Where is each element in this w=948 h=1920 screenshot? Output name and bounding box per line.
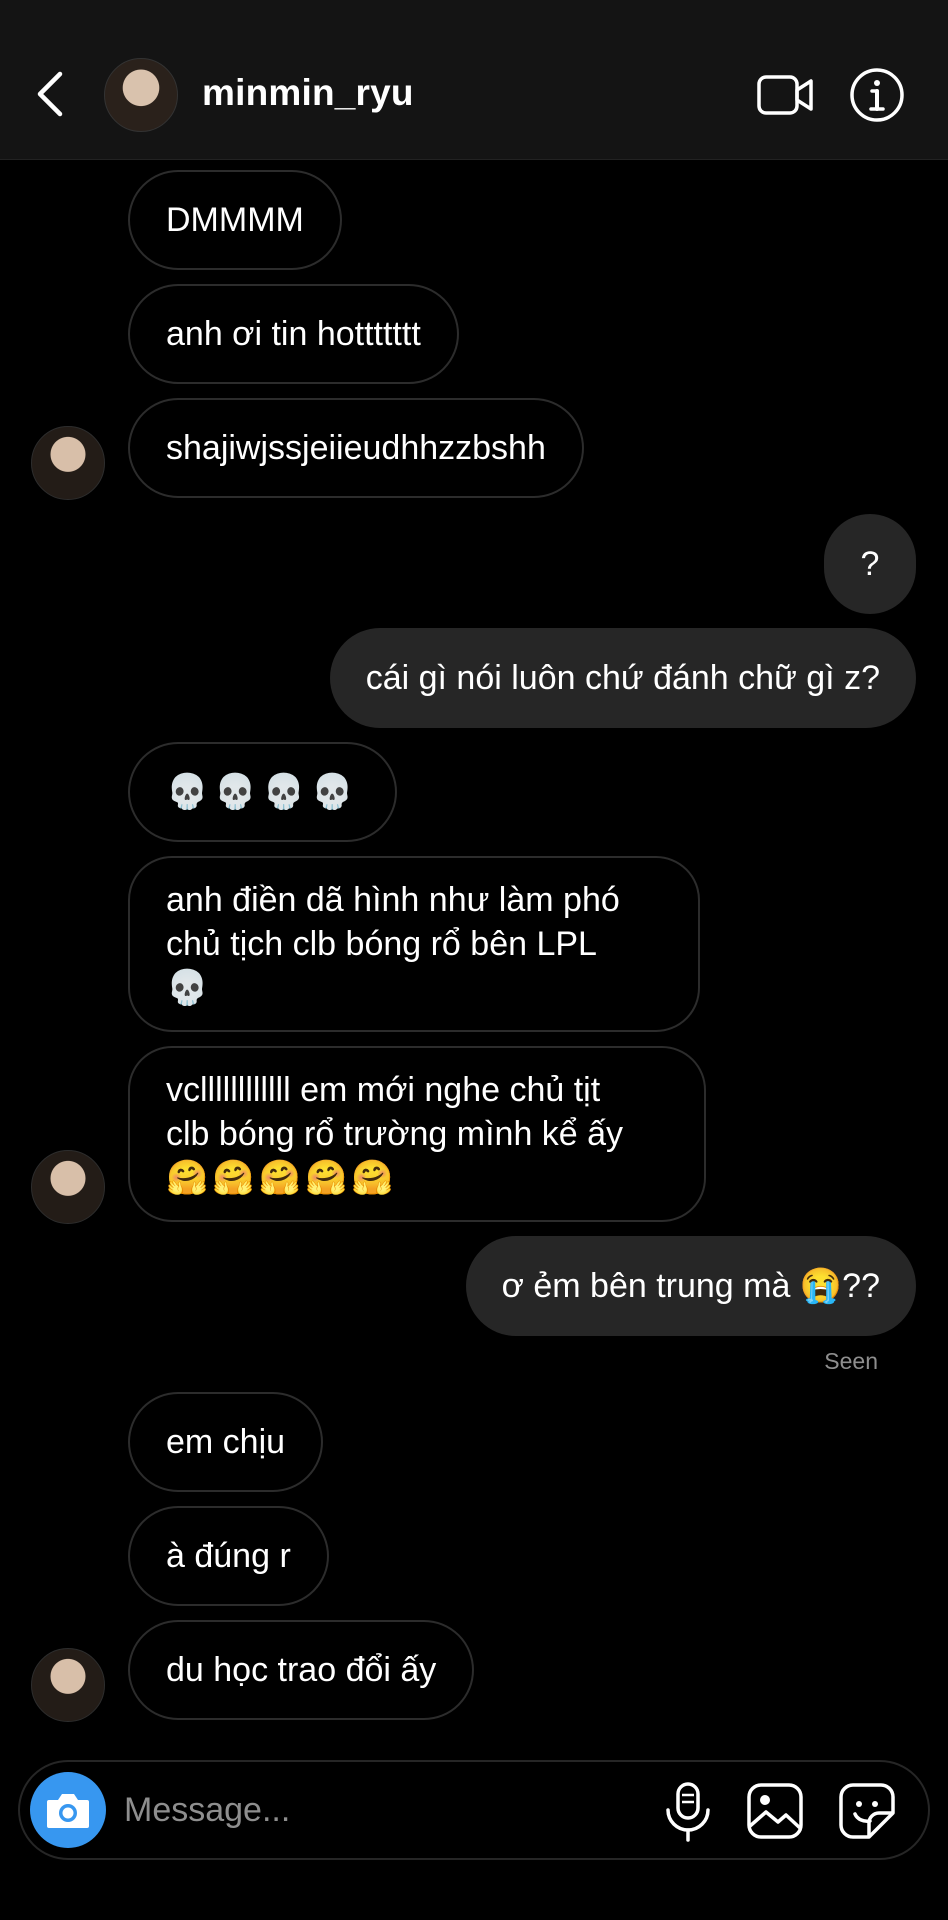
message-text: em chịu <box>166 1423 286 1461</box>
outgoing-message[interactable]: ? <box>824 514 916 614</box>
message-text: vcllllllllllll em mới nghe chủ tịt clb b… <box>166 1068 623 1200</box>
message-text: ? <box>860 545 880 583</box>
incoming-message[interactable]: à đúng r <box>128 1506 329 1606</box>
avatar[interactable] <box>104 58 178 132</box>
message-text: anh điền dã hình như làm phó chủ tịch cl… <box>166 878 620 1010</box>
sticker-button[interactable] <box>838 1782 896 1840</box>
incoming-message[interactable]: vcllllllllllll em mới nghe chủ tịt clb b… <box>128 1046 706 1222</box>
incoming-message[interactable]: DMMMM <box>128 170 342 270</box>
message-line: chủ tịch clb bóng rổ bên LPL <box>166 925 597 963</box>
message-text: à đúng r <box>166 1537 291 1575</box>
chevron-left-icon <box>37 71 63 117</box>
video-call-button[interactable] <box>756 72 814 118</box>
info-button[interactable] <box>848 66 906 124</box>
incoming-message[interactable]: shajiwjssjeiieudhhzzbshh <box>128 398 584 498</box>
video-camera-icon <box>757 75 813 115</box>
message-line: clb bóng rổ trường mình kể ấy <box>166 1115 624 1153</box>
message-text: ơ ẻm bên trung mà 😭?? <box>501 1267 880 1305</box>
incoming-message[interactable]: anh ơi tin hottttttt <box>128 284 459 384</box>
contact-username[interactable]: minmin_ryu <box>202 72 414 114</box>
outgoing-message[interactable]: cái gì nói luôn chứ đánh chữ gì z? <box>329 628 916 728</box>
incoming-message[interactable]: du học trao đổi ấy <box>128 1620 475 1720</box>
message-text: shajiwjssjeiieudhhzzbshh <box>166 429 546 467</box>
message-input[interactable] <box>124 1784 524 1836</box>
voice-message-button[interactable] <box>660 1782 716 1842</box>
sticker-icon <box>839 1783 895 1839</box>
avatar[interactable] <box>31 426 105 500</box>
camera-button[interactable] <box>30 1772 106 1848</box>
incoming-message[interactable]: em chịu <box>128 1392 324 1492</box>
message-text: du học trao đổi ấy <box>166 1651 437 1689</box>
avatar[interactable] <box>31 1150 105 1224</box>
message-text: anh ơi tin hottttttt <box>166 315 421 353</box>
camera-icon <box>47 1794 89 1828</box>
outgoing-message[interactable]: ơ ẻm bên trung mà 😭?? <box>465 1236 916 1336</box>
message-line: 🤗🤗🤗🤗🤗 <box>166 1158 398 1198</box>
avatar[interactable] <box>31 1648 105 1722</box>
message-line: 💀 <box>166 968 209 1008</box>
message-text: 💀💀💀💀 <box>166 772 360 812</box>
message-text: cái gì nói luôn chứ đánh chữ gì z? <box>365 659 880 697</box>
gallery-button[interactable] <box>746 1782 804 1840</box>
microphone-icon <box>666 1782 710 1842</box>
gallery-icon <box>747 1783 803 1839</box>
seen-status: Seen <box>824 1348 878 1374</box>
message-text: DMMMM <box>166 201 304 239</box>
message-line: vcllllllllllll em mới nghe chủ tịt <box>166 1071 601 1109</box>
back-button[interactable] <box>30 68 70 120</box>
incoming-message[interactable]: anh điền dã hình như làm phó chủ tịch cl… <box>128 856 700 1032</box>
message-line: anh điền dã hình như làm phó <box>166 881 620 919</box>
chat-header: minmin_ryu <box>0 0 948 160</box>
incoming-message[interactable]: 💀💀💀💀 <box>128 742 398 842</box>
message-composer <box>18 1760 930 1860</box>
info-icon <box>850 68 904 122</box>
